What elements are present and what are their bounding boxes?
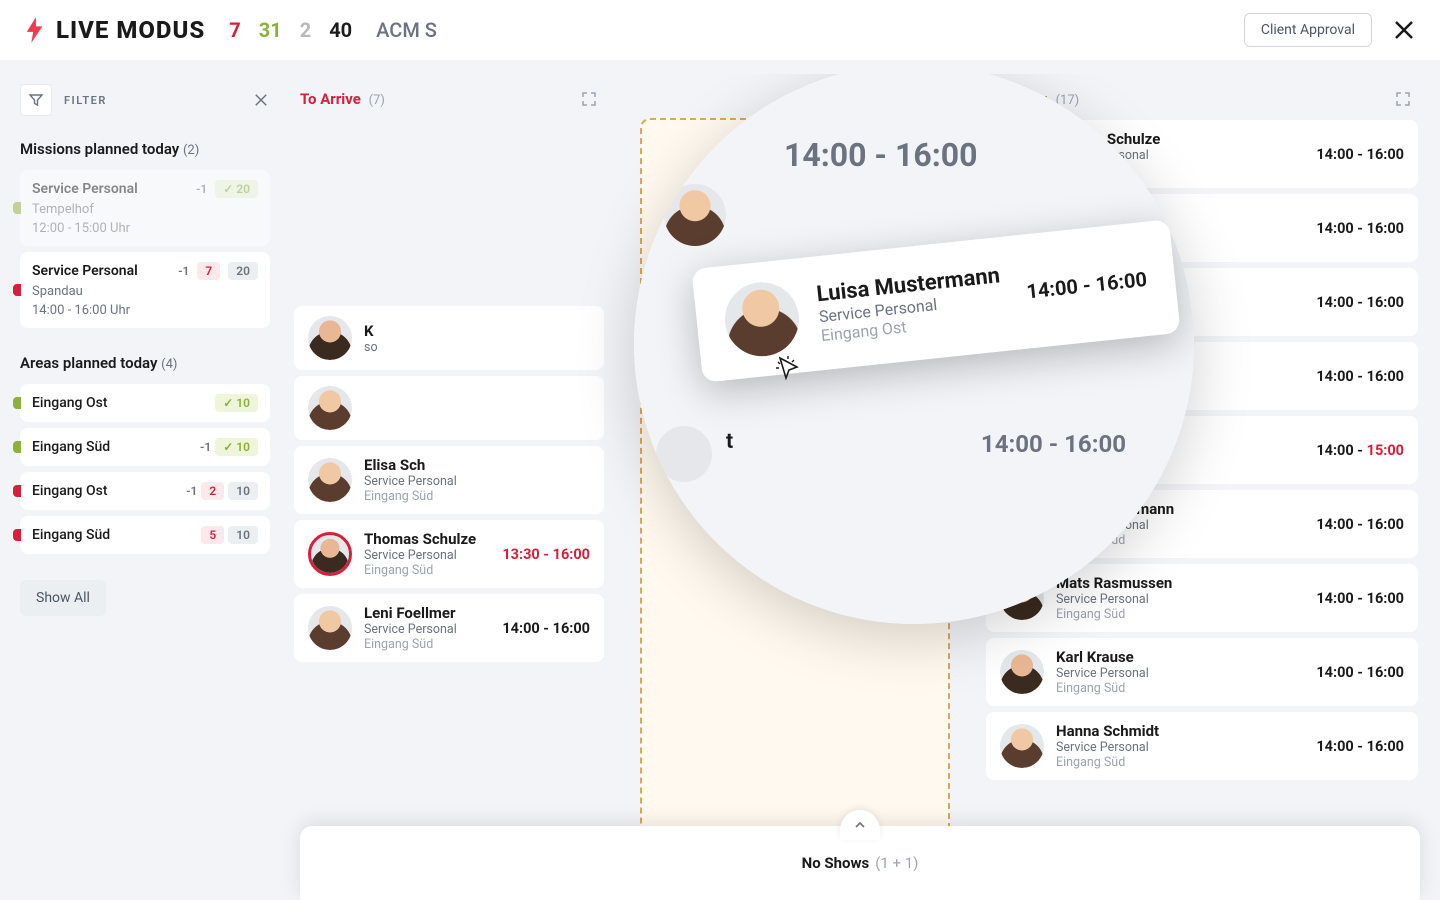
person-card[interactable]: Karl Krause Service Personal Eingang Süd…: [986, 638, 1418, 706]
mission-item[interactable]: Service Personal-1720Spandau14:00 - 16:0…: [20, 252, 270, 328]
person-role: Service Personal: [364, 474, 578, 489]
board: To Arrive (7) K so Elisa Sch Service Per…: [284, 74, 1428, 900]
person-time: 13:30 - 16:00: [502, 546, 590, 563]
close-icon[interactable]: [1392, 18, 1416, 42]
person-time: 14:00 - 16:00: [1316, 590, 1404, 607]
noshow-title: No Shows(1 + 1): [802, 854, 919, 872]
person-time: 14:00 - 16:00: [1316, 146, 1404, 163]
project-name[interactable]: ACM S: [376, 18, 437, 42]
area-item[interactable]: Eingang Ost-1210: [20, 472, 270, 510]
person-area: Eingang Süd: [364, 489, 578, 504]
person-time: 14:00 - 16:00: [1316, 294, 1404, 311]
area-item[interactable]: Eingang Ost✓ 10: [20, 384, 270, 422]
lens-peek: t 14:00 - 16:00: [656, 430, 976, 454]
area-item[interactable]: Eingang Süd510: [20, 516, 270, 554]
avatar: [308, 532, 352, 576]
areas-heading: Areas planned today (4): [20, 354, 270, 372]
stat-ok: 31: [259, 18, 282, 42]
area-item[interactable]: Eingang Süd-1✓ 10: [20, 428, 270, 466]
filter-icon-button[interactable]: [20, 84, 52, 116]
chevron-up-icon: [853, 818, 867, 832]
mission-item[interactable]: Service Personal-1✓ 20Tempelhof12:00 - 1…: [20, 170, 270, 246]
avatar: [1000, 650, 1044, 694]
person-name: K: [364, 322, 578, 340]
person-role: Service Personal: [364, 622, 490, 637]
lens-avatar: [664, 184, 726, 246]
expand-icon[interactable]: [1394, 90, 1412, 108]
person-time: 14:00 - 16:00: [1316, 516, 1404, 533]
person-time: 14:00 - 15:00: [1316, 442, 1404, 459]
person-role: Service Personal: [364, 548, 490, 563]
expand-icon[interactable]: [580, 90, 598, 108]
stat-late: 7: [229, 18, 240, 42]
areas-list: Eingang Ost✓ 10 Eingang Süd-1✓ 10 Eingang …: [20, 384, 270, 554]
bolt-icon: [24, 16, 46, 44]
filter-close-icon[interactable]: [252, 91, 270, 109]
person-card[interactable]: Hanna Schmidt Service Personal Eingang S…: [986, 712, 1418, 780]
person-time: 14:00 - 16:00: [1316, 220, 1404, 237]
person-time: 14:00 - 16:00: [502, 620, 590, 637]
magnifier-lens: 14:00 - 16:00 Luisa Mustermann Service P…: [634, 74, 1194, 624]
header: LIVE MODUS 7 31 2 40 ACM S Client Approv…: [0, 0, 1440, 60]
avatar: [721, 279, 802, 360]
drag-time: 14:00 - 16:00: [1025, 267, 1148, 304]
app-title: LIVE MODUS: [56, 16, 205, 44]
sidebar: FILTER Missions planned today (2) Servic…: [0, 74, 284, 900]
avatar: [308, 316, 352, 360]
person-time: 14:00 - 16:00: [1316, 664, 1404, 681]
dragged-card[interactable]: Luisa Mustermann Service Personal Eingan…: [691, 219, 1180, 383]
logo: LIVE MODUS: [24, 16, 205, 44]
avatar: [1000, 724, 1044, 768]
person-time: 14:00 - 16:00: [1316, 738, 1404, 755]
avatar: [308, 386, 352, 430]
noshow-drawer[interactable]: No Shows(1 + 1): [300, 826, 1420, 900]
person-card[interactable]: Elisa Sch Service Personal Eingang Süd: [294, 446, 604, 514]
person-area: Eingang Süd: [1056, 755, 1304, 770]
person-name: Thomas Schulze: [364, 530, 490, 548]
filter-label: FILTER: [64, 94, 240, 107]
stat-total: 40: [329, 18, 352, 42]
person-card[interactable]: K so: [294, 306, 604, 370]
stat-pending: 2: [300, 18, 311, 42]
person-card[interactable]: Thomas Schulze Service Personal Eingang …: [294, 520, 604, 588]
header-stats: 7 31 2 40: [229, 18, 352, 42]
missions-list: Service Personal-1✓ 20Tempelhof12:00 - 1…: [20, 170, 270, 328]
person-card[interactable]: Leni Foellmer Service Personal Eingang S…: [294, 594, 604, 662]
person-area: Eingang Süd: [364, 563, 490, 578]
avatar: [308, 606, 352, 650]
arrive-list: K so Elisa Sch Service Personal Eingang …: [294, 120, 604, 662]
person-role: Service Personal: [1056, 740, 1304, 755]
avatar: [308, 458, 352, 502]
missions-heading: Missions planned today (2): [20, 140, 270, 158]
lens-bigtime: 14:00 - 16:00: [784, 136, 977, 174]
column-to-arrive: To Arrive (7) K so Elisa Sch Service Per…: [284, 74, 614, 900]
show-all-button[interactable]: Show All: [20, 580, 106, 616]
person-area: Eingang Süd: [1056, 681, 1304, 696]
person-name: Leni Foellmer: [364, 604, 490, 622]
cursor-icon: [774, 354, 806, 386]
person-name: Elisa Sch: [364, 456, 578, 474]
filter-bar: FILTER: [20, 84, 270, 116]
person-name: Hanna Schmidt: [1056, 722, 1304, 740]
person-time: 14:00 - 16:00: [1316, 368, 1404, 385]
person-card[interactable]: [294, 376, 604, 440]
client-approval-button[interactable]: Client Approval: [1244, 13, 1372, 47]
funnel-icon: [28, 92, 44, 108]
person-name: Karl Krause: [1056, 648, 1304, 666]
person-area: Eingang Süd: [364, 637, 490, 652]
column-title-arrive: To Arrive (7): [300, 90, 385, 108]
person-role: so: [364, 340, 578, 355]
person-role: Service Personal: [1056, 666, 1304, 681]
